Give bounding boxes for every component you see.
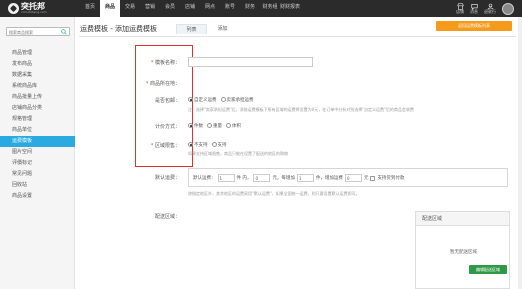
radio-by-piece[interactable]: 件数 — [188, 123, 203, 129]
template-name-input[interactable] — [188, 57, 313, 67]
sidebar-item[interactable]: 规格管理 — [0, 114, 75, 125]
free-shipping-options: 自定义运费 卖家承担运费 — [188, 97, 254, 103]
store-button[interactable]: 店铺 — [456, 2, 464, 15]
message-button[interactable]: 消息 — [470, 3, 478, 15]
sidebar-item[interactable]: 图片空间 — [0, 147, 75, 158]
sidebar-item[interactable]: 店铺商品分类 — [0, 103, 75, 114]
cod-label: 支持货到付款 — [377, 176, 405, 181]
area-empty-text: 暂无配送区域 — [450, 250, 477, 255]
user-label: 退款行 — [484, 8, 496, 14]
search-input[interactable] — [9, 29, 59, 35]
sidebar-item[interactable]: 数据采集 — [0, 70, 75, 81]
sidebar: 商品管理发布商品数据采集系统商品库商品批量上传店铺商品分类规格管理商品单位运费模… — [0, 17, 75, 289]
logo-subtitle: cd.tutobang.com — [21, 10, 47, 14]
main-content: 运费模板 - 添加运费模板 列表 添加 返回运费模板列表 * 模板名称： * 商品… — [75, 17, 522, 289]
tab[interactable]: 添加 — [207, 24, 238, 34]
unit-label: 件 内， — [236, 176, 252, 181]
nav-item[interactable]: 财务组 — [260, 0, 280, 17]
radio-not-supported[interactable]: 不支持 — [188, 142, 208, 148]
sidebar-item[interactable]: 商品管理 — [0, 48, 75, 59]
nav-item[interactable]: 交易 — [120, 0, 140, 17]
top-navbar: 突托邦 cd.tutobang.com 首页 商品 交易 营销 会员 店铺 网点 账号 财务 财务… — [0, 0, 522, 17]
sidebar-item[interactable]: 评價标记 — [0, 158, 75, 169]
nav-item[interactable]: 网点 — [200, 0, 220, 17]
tab[interactable]: 列表 — [176, 24, 207, 34]
add-qty-input[interactable]: 1 — [296, 174, 314, 182]
page-title: 运费模板 - 添加运费模板 — [80, 25, 157, 33]
page-tabs: 列表 添加 — [176, 24, 238, 34]
nav-item[interactable]: 营销 — [140, 0, 160, 17]
message-label: 消息 — [470, 8, 478, 14]
logo[interactable]: 突托邦 cd.tutobang.com — [8, 1, 47, 16]
unit-label: 件，增加运费 — [315, 176, 343, 181]
back-to-list-button[interactable]: 返回运费模板列表 — [436, 21, 512, 31]
logo-mark-icon — [8, 3, 19, 14]
nav-item[interactable]: 商品 — [100, 0, 120, 17]
region-limit-label: * 区域限售： — [150, 143, 180, 149]
nav-item[interactable]: 财财报表 — [280, 0, 300, 17]
sidebar-menu: 商品管理 发布商品 数据采集 系统商品库 商品批量上传 店铺商品分类 规格管理 商品单位 运费模… — [0, 48, 75, 202]
nav-item[interactable]: 店铺 — [180, 0, 200, 17]
template-name-label: * 模板名称： — [150, 60, 180, 66]
sidebar-search — [6, 27, 70, 36]
default-freight-label: 默认运费： — [154, 175, 180, 181]
first-qty-input[interactable]: 1 — [217, 174, 235, 182]
scrollbar[interactable] — [518, 17, 522, 289]
sidebar-item[interactable]: 发布商品 — [0, 59, 75, 70]
search-icon[interactable] — [61, 29, 67, 35]
region-limit-hint: 如果支持区域限售，商品只能在设置了配送的地区的购物 — [188, 151, 288, 156]
default-freight-hint: 除指定地区外，其余地区的运费采用"默认运费"，如果全国统一运费，则只要设置默认运… — [188, 191, 360, 196]
area-table: 配送区域 暂无配送区域 编辑配送区域 — [415, 211, 510, 289]
add-fee-input[interactable]: 0 — [344, 174, 362, 182]
edit-area-button[interactable]: 编辑配送区域 — [469, 265, 507, 274]
top-right-actions: 店铺 消息 退款行 — [456, 1, 514, 16]
cod-checkbox[interactable] — [370, 175, 376, 181]
region-limit-options: 不支持 支持 — [188, 142, 227, 148]
divider — [79, 36, 516, 37]
nav-item[interactable]: 账号 — [220, 0, 240, 17]
unit-label: 元，每增加 — [272, 176, 295, 181]
top-nav: 首页 商品 交易 营销 会员 店铺 网点 账号 财务 财务组 财财报表 — [80, 0, 300, 17]
free-shipping-label: 是否包邮： — [154, 98, 180, 104]
radio-by-weight[interactable]: 重量 — [207, 123, 222, 129]
sidebar-item[interactable]: 回收站 — [0, 180, 75, 191]
sidebar-item[interactable]: 商品单位 — [0, 125, 75, 136]
pricing-options: 件数 重量 体积 — [188, 123, 241, 129]
first-fee-input[interactable]: 0 — [253, 174, 271, 182]
nav-item[interactable]: 会员 — [160, 0, 180, 17]
default-prefix: 默认运费： — [193, 176, 216, 181]
default-freight-box: 默认运费： 1 件 内， 0 元，每增加 1 件，增加运费 0 元 支持货到付款 — [188, 168, 508, 187]
store-label: 店铺 — [456, 8, 464, 14]
radio-by-volume[interactable]: 体积 — [226, 123, 241, 129]
unit-label: 元 — [363, 176, 369, 181]
radio-seller-pays[interactable]: 卖家承担运费 — [220, 97, 254, 103]
sidebar-item[interactable]: 商品设置 — [0, 191, 75, 202]
avatar[interactable] — [502, 2, 514, 15]
free-shipping-hint: 注：选择"卖家承担运费"后，消前运费模板下所有区域的运费将设置为0元，在订单中分… — [188, 107, 414, 112]
area-label: 配送区域： — [154, 214, 180, 220]
sidebar-item[interactable]: 常见问题 — [0, 169, 75, 180]
radio-supported[interactable]: 支持 — [211, 142, 227, 148]
location-label: * 商品所在地： — [145, 81, 180, 87]
sidebar-item[interactable]: 系统商品库 — [0, 81, 75, 92]
nav-item[interactable]: 财务 — [240, 0, 260, 17]
sidebar-item[interactable]: 商品批量上传 — [0, 92, 75, 103]
pricing-label: 计价方式： — [154, 124, 180, 130]
area-table-header: 配送区域 — [416, 212, 509, 226]
sidebar-item[interactable]: 运费模板 — [0, 136, 75, 147]
radio-custom-freight[interactable]: 自定义运费 — [188, 97, 217, 103]
nav-item[interactable]: 首页 — [80, 0, 100, 17]
user-menu[interactable]: 退款行 — [484, 3, 496, 15]
